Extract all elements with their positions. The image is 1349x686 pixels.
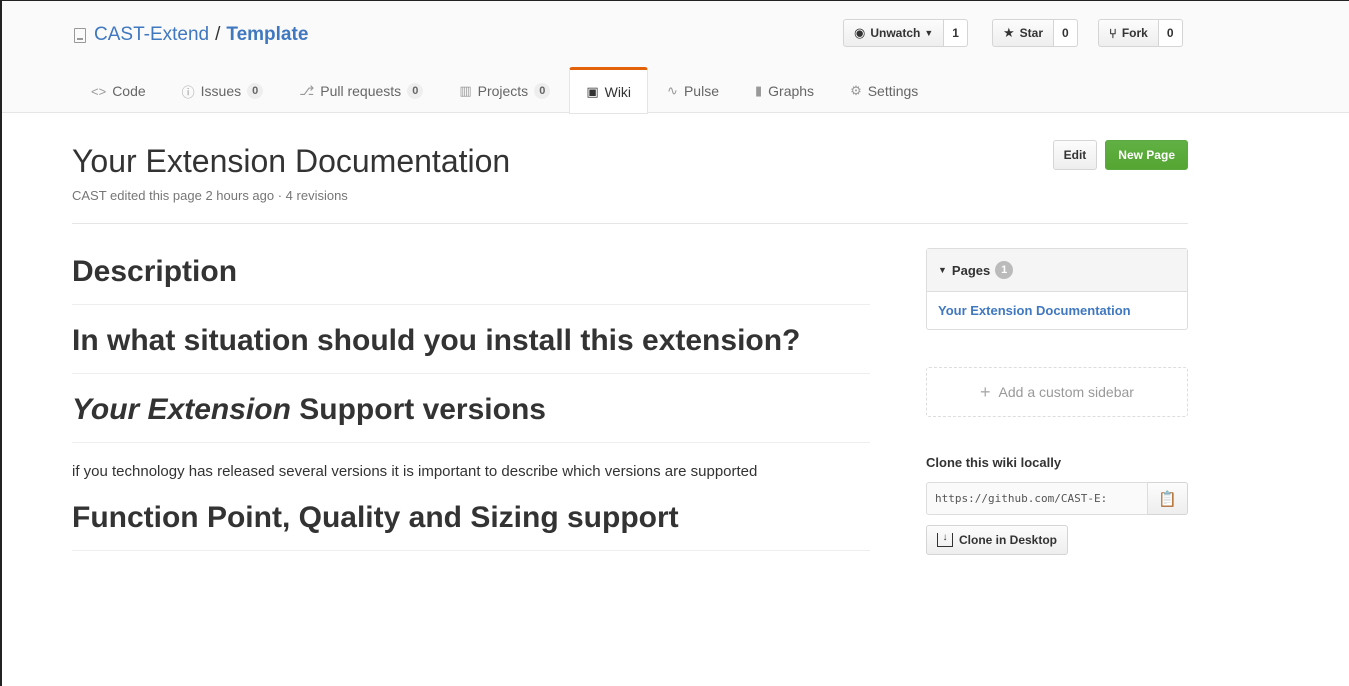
fork-count[interactable]: 0 xyxy=(1158,19,1183,47)
unwatch-button[interactable]: ◉ Unwatch ▼ xyxy=(843,19,945,47)
tab-wiki-label: Wiki xyxy=(604,83,632,100)
clone-title: Clone this wiki locally xyxy=(926,455,1062,470)
projects-counter: 0 xyxy=(534,83,551,99)
pages-box: ▼ Pages 1 Your Extension Documentation xyxy=(926,248,1188,330)
book-icon: ▣ xyxy=(586,83,599,99)
unwatch-label: Unwatch xyxy=(870,26,921,40)
heading-situation: In what situation should you install thi… xyxy=(72,321,870,374)
fork-label: Fork xyxy=(1121,26,1148,40)
fork-group: ⑂ Fork 0 xyxy=(1098,19,1183,47)
tab-graphs-label: Graphs xyxy=(768,83,815,99)
gear-icon: ⚙ xyxy=(850,83,862,98)
fork-button[interactable]: ⑂ Fork xyxy=(1098,19,1159,47)
clone-in-desktop-button[interactable]: ↓ Clone in Desktop xyxy=(926,525,1069,555)
pages-toggle[interactable]: ▼ Pages 1 xyxy=(927,249,1187,292)
tab-issues[interactable]: ⓘ Issues 0 xyxy=(165,67,281,113)
plus-icon: + xyxy=(980,381,991,402)
paragraph-support: if you technology has released several v… xyxy=(72,463,758,480)
tab-settings[interactable]: ⚙ Settings xyxy=(833,67,935,113)
repo-separator: / xyxy=(215,24,221,45)
issues-counter: 0 xyxy=(247,83,264,99)
tab-code[interactable]: <> Code xyxy=(74,67,163,113)
caret-down-icon: ▼ xyxy=(938,265,947,275)
clipboard-icon: 📋 xyxy=(1158,490,1177,508)
pulls-counter: 0 xyxy=(407,83,424,99)
page-meta: CAST edited this page 2 hours ago · 4 re… xyxy=(72,188,348,203)
star-count[interactable]: 0 xyxy=(1054,19,1078,47)
wiki-header: Your Extension Documentation CAST edited… xyxy=(72,128,1188,224)
tab-wiki[interactable]: ▣ Wiki xyxy=(569,67,649,114)
tab-issues-label: Issues xyxy=(200,83,242,99)
desktop-download-icon: ↓ xyxy=(937,533,953,547)
tab-settings-label: Settings xyxy=(867,83,919,99)
watch-count[interactable]: 1 xyxy=(944,19,968,47)
heading-function-point: Function Point, Quality and Sizing suppo… xyxy=(72,498,870,551)
watch-group: ◉ Unwatch ▼ 1 xyxy=(843,19,968,47)
pulse-icon: ∿ xyxy=(667,83,678,98)
repo-title: CAST-Extend / Template xyxy=(74,23,308,47)
repo-name: Template xyxy=(226,24,309,45)
tab-graphs[interactable]: ▮ Graphs xyxy=(738,67,831,113)
code-icon: <> xyxy=(91,83,107,99)
clone-url-group: https://github.com/CAST-E: 📋 xyxy=(926,482,1188,515)
tab-projects-label: Projects xyxy=(477,83,529,99)
tab-pulse-label: Pulse xyxy=(683,83,719,99)
heading-support-emphasis: Your Extension xyxy=(72,393,291,426)
heading-support-rest: Support versions xyxy=(290,393,546,426)
clipboard-button[interactable]: 📋 xyxy=(1148,482,1188,515)
star-button[interactable]: ★ Star xyxy=(992,19,1054,47)
project-icon: ▥ xyxy=(459,83,472,98)
wiki-body: Description In what situation should you… xyxy=(72,240,870,567)
add-sidebar-label: Add a custom sidebar xyxy=(998,384,1134,400)
fork-icon: ⑂ xyxy=(1109,25,1117,41)
repo-header: CAST-Extend / Template ◉ Unwatch ▼ 1 ★ S… xyxy=(2,1,1349,114)
tab-pulse[interactable]: ∿ Pulse xyxy=(650,67,736,113)
new-page-button[interactable]: New Page xyxy=(1105,140,1188,170)
tab-pull-requests[interactable]: ⎇ Pull requests 0 xyxy=(282,67,440,113)
tab-projects[interactable]: ▥ Projects 0 xyxy=(442,67,567,113)
heading-description: Description xyxy=(72,252,870,305)
pages-count: 1 xyxy=(995,261,1014,279)
issue-icon: ⓘ xyxy=(181,84,195,100)
add-custom-sidebar[interactable]: + Add a custom sidebar xyxy=(926,367,1188,417)
repo-name-link[interactable]: Template xyxy=(226,23,308,47)
repo-owner-link[interactable]: CAST-Extend xyxy=(94,23,209,47)
repo-nav: <> Code ⓘ Issues 0 ⎇ Pull requests 0 ▥ P… xyxy=(74,67,937,114)
star-icon: ★ xyxy=(1003,25,1015,40)
clone-url-input[interactable]: https://github.com/CAST-E: xyxy=(926,482,1148,515)
pages-label: Pages xyxy=(951,262,991,278)
graph-icon: ▮ xyxy=(754,83,763,98)
repo-icon xyxy=(74,27,86,43)
wiki-actions: Edit New Page xyxy=(1052,140,1188,170)
caret-down-icon: ▼ xyxy=(924,28,934,38)
heading-support-versions: Your Extension Support versions xyxy=(72,390,870,443)
star-label: Star xyxy=(1019,26,1043,40)
clone-desktop-label: Clone in Desktop xyxy=(959,533,1058,547)
page-link[interactable]: Your Extension Documentation xyxy=(927,292,1187,329)
eye-icon: ◉ xyxy=(854,25,866,40)
wiki-sidebar: ▼ Pages 1 Your Extension Documentation +… xyxy=(926,248,1188,555)
tab-pull-requests-label: Pull requests xyxy=(320,83,402,99)
pull-request-icon: ⎇ xyxy=(299,83,315,98)
edit-button[interactable]: Edit xyxy=(1052,140,1098,170)
star-group: ★ Star 0 xyxy=(992,19,1078,47)
tab-code-label: Code xyxy=(112,83,146,99)
page-title: Your Extension Documentation xyxy=(72,143,511,179)
